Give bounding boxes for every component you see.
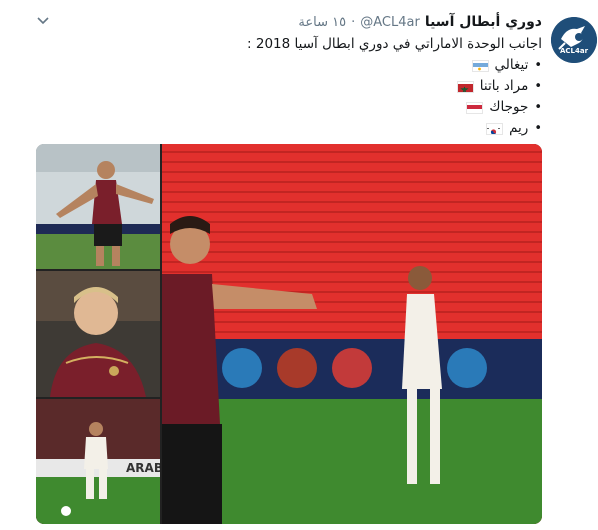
argentina-flag-icon xyxy=(471,59,489,72)
separator-dot: · xyxy=(351,15,356,30)
avatar-label: ACL4ar xyxy=(559,47,589,55)
player-name: جوجاك xyxy=(489,99,529,115)
account-handle[interactable]: @ACL4ar xyxy=(360,15,420,30)
photo-player-2[interactable] xyxy=(36,271,160,397)
bullet: • xyxy=(534,100,542,115)
player-name: تيغالي xyxy=(494,57,529,73)
media-grid[interactable]: ARABI xyxy=(36,144,542,524)
tweet-intro: اجانب الوحدة الاماراتي في دوري ابطال آسي… xyxy=(247,36,542,52)
list-item: • مراد باتنا xyxy=(52,76,542,97)
tweet-text: اجانب الوحدة الاماراتي في دوري ابطال آسي… xyxy=(52,34,542,139)
stadium-banner: ARABI xyxy=(126,461,160,475)
bullet: • xyxy=(534,58,542,73)
list-item: • تيغالي xyxy=(52,55,542,76)
avatar[interactable]: ACL4ar xyxy=(551,17,597,63)
account-name[interactable]: دوري أبطال آسيا xyxy=(425,14,542,30)
south-korea-flag-icon xyxy=(486,122,504,135)
photo-player-1[interactable] xyxy=(36,144,160,269)
tweet[interactable]: ACL4ar دوري أبطال آسيا @ACL4ar · ١٥ ساعة… xyxy=(0,0,598,530)
tweet-time[interactable]: ١٥ ساعة xyxy=(298,15,346,30)
acl-logo-icon xyxy=(551,17,597,63)
tweet-header: دوري أبطال آسيا @ACL4ar · ١٥ ساعة xyxy=(298,14,542,34)
hungary-flag-icon xyxy=(466,101,484,114)
bullet: • xyxy=(534,79,542,94)
photo-player-3[interactable]: ARABI xyxy=(36,399,160,524)
player-name: مراد باتنا xyxy=(479,78,529,94)
player-name: ريم xyxy=(509,120,529,136)
morocco-flag-icon xyxy=(456,80,474,93)
photo-main[interactable] xyxy=(162,144,542,524)
list-item: • ريم xyxy=(52,118,542,139)
bullet: • xyxy=(534,121,542,136)
list-item: • جوجاك xyxy=(52,97,542,118)
chevron-down-icon[interactable] xyxy=(36,14,50,28)
